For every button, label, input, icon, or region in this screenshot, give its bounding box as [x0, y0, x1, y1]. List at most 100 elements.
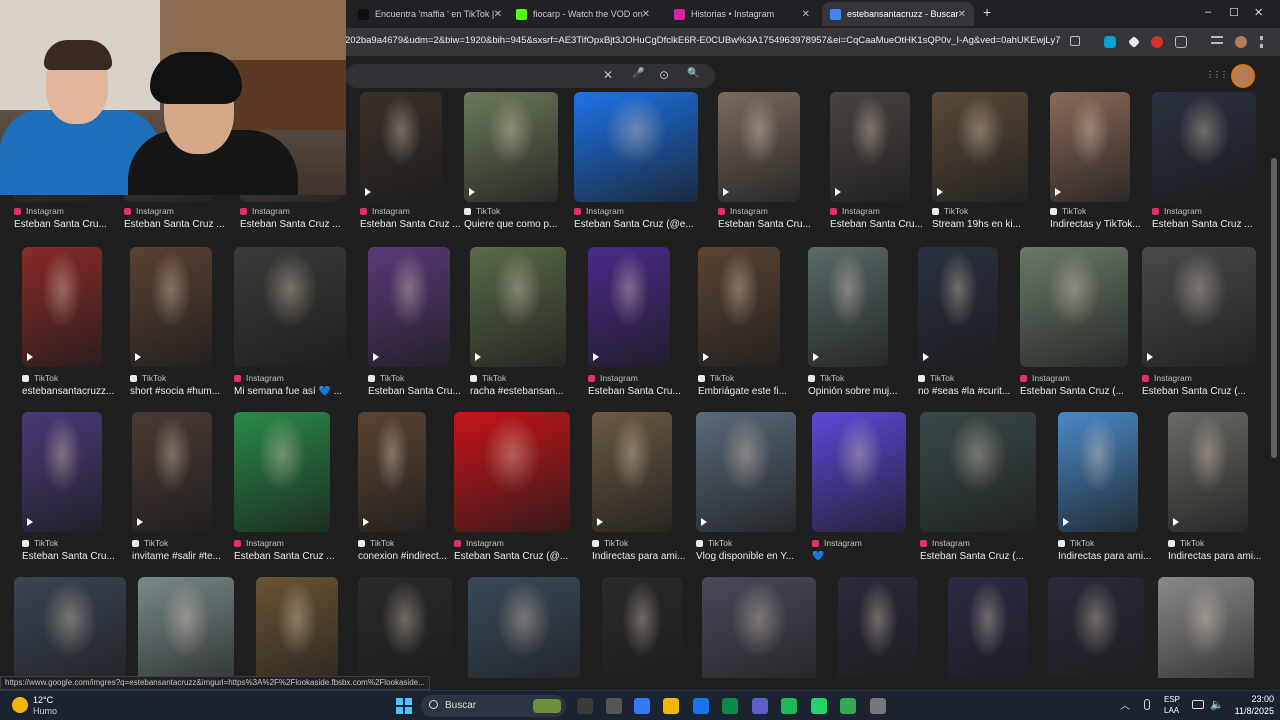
result-source[interactable]: TikTok	[358, 538, 394, 548]
result-source[interactable]: Instagram	[234, 373, 284, 383]
result-source[interactable]: TikTok	[592, 538, 628, 548]
result-thumbnail[interactable]	[1142, 247, 1256, 367]
result-thumbnail[interactable]	[830, 92, 910, 202]
result-source[interactable]: Instagram	[1142, 373, 1192, 383]
close-tab-icon[interactable]: ✕	[494, 9, 502, 20]
microphone-icon[interactable]	[1144, 699, 1150, 710]
result-title[interactable]: short #socia #hum...	[130, 386, 242, 397]
result-source[interactable]: Instagram	[920, 538, 970, 548]
taskbar-app-icon[interactable]	[663, 698, 679, 714]
result-title[interactable]: estebansantacruzz...	[22, 386, 134, 397]
weather-description[interactable]: Humo	[33, 706, 57, 716]
result-thumbnail[interactable]	[22, 247, 102, 367]
result-thumbnail[interactable]	[14, 577, 126, 678]
result-source[interactable]: Instagram	[14, 206, 64, 216]
result-thumbnail[interactable]	[1048, 577, 1144, 678]
media-controls-icon[interactable]	[1211, 36, 1223, 44]
result-thumbnail[interactable]	[468, 577, 580, 678]
extension-diamond-icon[interactable]	[1128, 36, 1140, 48]
result-title[interactable]: Indirectas para ami...	[1168, 551, 1268, 562]
new-tab-button[interactable]: +	[983, 4, 991, 20]
browser-tab[interactable]: fiocarp - Watch the VOD on Kick✕	[508, 2, 658, 26]
result-thumbnail[interactable]	[22, 412, 102, 532]
taskbar-search[interactable]: Buscar	[421, 695, 566, 717]
result-thumbnail[interactable]	[1058, 412, 1138, 532]
result-source[interactable]: Instagram	[1020, 373, 1070, 383]
result-thumbnail[interactable]	[368, 247, 450, 367]
url-field[interactable]: 202ba9a4679&udm=2&biw=1920&bih=945&sxsrf…	[345, 35, 1060, 46]
close-tab-icon[interactable]: ✕	[802, 9, 810, 20]
result-thumbnail[interactable]	[920, 412, 1036, 532]
profile-avatar[interactable]	[1235, 36, 1247, 48]
result-thumbnail[interactable]	[454, 412, 570, 532]
page-scrollbar[interactable]	[1268, 92, 1280, 678]
result-source[interactable]: TikTok	[132, 538, 168, 548]
taskbar-app-icon[interactable]	[781, 698, 797, 714]
result-source[interactable]: TikTok	[918, 373, 954, 383]
maximize-button[interactable]: ☐	[1229, 6, 1239, 19]
network-icon[interactable]	[1192, 700, 1204, 709]
result-source[interactable]: TikTok	[22, 373, 58, 383]
result-thumbnail[interactable]	[1050, 92, 1130, 202]
result-source[interactable]: Instagram	[234, 538, 284, 548]
result-title[interactable]: Esteban Santa Cru...	[830, 219, 942, 230]
account-avatar[interactable]	[1231, 64, 1255, 88]
weather-icon[interactable]	[12, 697, 28, 713]
result-thumbnail[interactable]	[358, 412, 426, 532]
result-title[interactable]: Indirectas para ami...	[592, 551, 704, 562]
result-thumbnail[interactable]	[918, 247, 998, 367]
result-title[interactable]: Embriágate este fi...	[698, 386, 810, 397]
voice-search-icon[interactable]: 🎤	[632, 68, 644, 79]
result-source[interactable]: Instagram	[830, 206, 880, 216]
adblock-icon[interactable]	[1151, 36, 1163, 48]
result-thumbnail[interactable]	[234, 412, 330, 532]
result-title[interactable]: Indirectas y TikTok...	[1050, 219, 1162, 230]
result-title[interactable]: Mi semana fue así 💙 ...	[234, 386, 360, 397]
result-thumbnail[interactable]	[718, 92, 800, 202]
result-thumbnail[interactable]	[1152, 92, 1256, 202]
result-source[interactable]: Instagram	[588, 373, 638, 383]
result-title[interactable]: Esteban Santa Cruz (...	[920, 551, 1050, 562]
result-source[interactable]: TikTok	[130, 373, 166, 383]
result-source[interactable]: Instagram	[574, 206, 624, 216]
search-submit-icon[interactable]: 🔍	[687, 68, 699, 79]
result-title[interactable]: Esteban Santa Cruz (@e...	[574, 219, 712, 230]
result-source[interactable]: TikTok	[1050, 206, 1086, 216]
result-thumbnail[interactable]	[130, 247, 212, 367]
result-title[interactable]: Esteban Santa Cruz ...	[360, 219, 472, 230]
result-source[interactable]: Instagram	[124, 206, 174, 216]
extension-icon[interactable]	[1104, 36, 1116, 48]
lens-search-icon[interactable]: ⊙	[659, 68, 669, 82]
result-source[interactable]: TikTok	[932, 206, 968, 216]
result-source[interactable]: TikTok	[698, 373, 734, 383]
result-title[interactable]: Quiere que como p...	[464, 219, 576, 230]
result-source[interactable]: TikTok	[470, 373, 506, 383]
search-box[interactable]: ✕ 🎤 ⊙ 🔍	[345, 64, 715, 88]
result-thumbnail[interactable]	[256, 577, 338, 678]
taskbar-app-icon[interactable]	[693, 698, 709, 714]
result-thumbnail[interactable]	[602, 577, 682, 678]
language-indicator[interactable]: ESP	[1164, 695, 1180, 704]
result-thumbnail[interactable]	[592, 412, 672, 532]
browser-tab[interactable]: Historias • Instagram ✕	[666, 2, 818, 26]
result-thumbnail[interactable]	[574, 92, 698, 202]
result-thumbnail[interactable]	[358, 577, 452, 678]
browser-menu-icon[interactable]	[1260, 36, 1263, 48]
result-source[interactable]: Instagram	[812, 538, 862, 548]
result-thumbnail[interactable]	[470, 247, 566, 367]
result-title[interactable]: Esteban Santa Cruz ...	[1152, 219, 1268, 230]
result-thumbnail[interactable]	[138, 577, 234, 678]
result-thumbnail[interactable]	[588, 247, 670, 367]
result-title[interactable]: Esteban Santa Cru...	[718, 219, 830, 230]
result-thumbnail[interactable]	[464, 92, 558, 202]
result-title[interactable]: Esteban Santa Cru...	[22, 551, 134, 562]
close-window-button[interactable]: ✕	[1254, 6, 1263, 19]
result-title[interactable]: invitame #salir #te...	[132, 551, 244, 562]
result-thumbnail[interactable]	[1020, 247, 1128, 367]
result-source[interactable]: TikTok	[1058, 538, 1094, 548]
taskbar-app-icon[interactable]	[811, 698, 827, 714]
result-source[interactable]: TikTok	[22, 538, 58, 548]
result-thumbnail[interactable]	[812, 412, 906, 532]
taskbar-app-icon[interactable]	[577, 698, 593, 714]
result-thumbnail[interactable]	[808, 247, 888, 367]
